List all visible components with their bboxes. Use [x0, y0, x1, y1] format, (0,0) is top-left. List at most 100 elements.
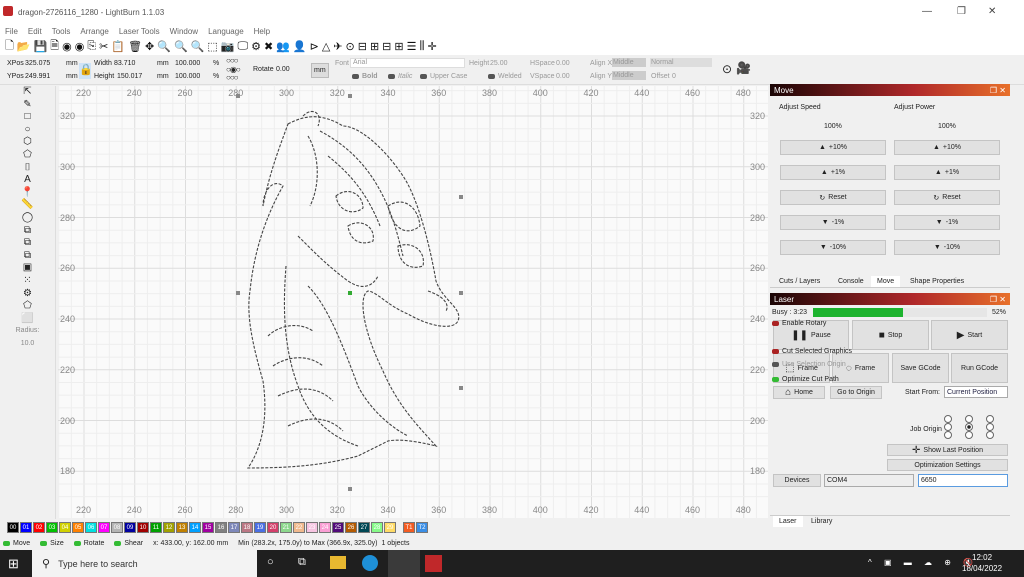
layer-color-27[interactable]: 27 — [358, 522, 370, 533]
layer-color-19[interactable]: 19 — [254, 522, 266, 533]
optimization-settings-button[interactable]: Optimization Settings — [887, 459, 1008, 471]
power-adjust-button[interactable]: ▼ -1% — [894, 215, 1000, 230]
lightburn-logo-icon[interactable] — [425, 555, 442, 572]
optimize-cut-path-toggle[interactable]: Optimize Cut Path — [772, 376, 839, 383]
maximize-button[interactable]: ❐ — [957, 6, 966, 17]
user-icon[interactable]: 👤 — [293, 40, 307, 53]
align-h-icon[interactable]: ⊟ — [358, 40, 367, 53]
boolean-weld-icon[interactable]: ▣ — [23, 262, 32, 275]
export-icon[interactable]: ◉ — [75, 40, 85, 53]
copy-icon[interactable]: ⎘ — [87, 40, 96, 53]
zoom-frame-icon[interactable]: ⬚ — [207, 40, 217, 53]
array-circular-icon[interactable]: ⚙ — [23, 288, 32, 301]
save-gcode-button[interactable]: Save GCode — [892, 353, 949, 383]
layer-color-10[interactable]: 10 — [137, 522, 149, 533]
align-x-select[interactable]: Middle — [612, 58, 646, 67]
layer-color-25[interactable]: 25 — [332, 522, 344, 533]
lock-ratio-icon[interactable]: 🔒 — [79, 63, 93, 79]
camera-setup-icon[interactable]: 🎥 — [736, 61, 751, 75]
frame-tool-icon[interactable]: ⌷ — [25, 162, 31, 175]
measure-icon[interactable]: 📏 — [21, 199, 33, 212]
radius-input[interactable]: 10.0 — [21, 338, 35, 351]
tab-move[interactable]: Move — [871, 276, 901, 287]
layer-color-14[interactable]: 14 — [189, 522, 201, 533]
move-toggle[interactable]: Move — [3, 540, 30, 547]
rotate-input[interactable]: 0.00 — [276, 66, 290, 73]
layer-color-12[interactable]: 12 — [163, 522, 175, 533]
use-selection-origin-toggle[interactable]: Use Selection Origin — [772, 361, 846, 368]
select-icon[interactable]: ⇱ — [23, 86, 31, 99]
delete-icon[interactable]: 🗑 — [128, 40, 142, 53]
frame-circle-button[interactable]: ◌ Frame — [832, 353, 889, 383]
layer-color-21[interactable]: 21 — [280, 522, 292, 533]
menu-help[interactable]: Help — [254, 27, 270, 36]
job-origin-radio[interactable] — [986, 415, 994, 423]
menu-tools[interactable]: Tools — [52, 27, 71, 36]
layer-color-04[interactable]: 04 — [59, 522, 71, 533]
job-origin-radio[interactable] — [944, 423, 952, 431]
target-icon[interactable]: ⊙ — [346, 40, 355, 53]
power-adjust-button[interactable]: ▲ +10% — [894, 140, 1000, 155]
lightburn-task-icon[interactable] — [388, 550, 420, 577]
corner-round-icon[interactable]: ⬠ — [23, 300, 32, 313]
bold-toggle[interactable]: Bold — [352, 73, 378, 80]
pencil-icon[interactable]: ✎ — [23, 99, 31, 112]
tab-cuts-layers[interactable]: Cuts / Layers — [773, 276, 826, 287]
mirror-icon[interactable]: ⊳ — [310, 40, 319, 53]
layer-color-23[interactable]: 23 — [306, 522, 318, 533]
file-explorer-icon[interactable] — [330, 556, 346, 569]
save-as-icon[interactable]: 🗎 — [50, 37, 59, 56]
monitor-icon[interactable]: 🖵 — [237, 40, 248, 53]
align-y-select[interactable]: Middle — [612, 71, 646, 80]
speed-adjust-button[interactable]: ▼ -10% — [780, 240, 886, 255]
layer-color-09[interactable]: 09 — [124, 522, 136, 533]
open-folder-icon[interactable]: 📂 — [17, 40, 31, 53]
layer-color-20[interactable]: 20 — [267, 522, 279, 533]
close-button[interactable]: ✕ — [988, 6, 996, 17]
layer-color-15[interactable]: 15 — [202, 522, 214, 533]
align-cols-icon[interactable]: ⫼ — [419, 40, 424, 53]
speed-adjust-button[interactable]: ▼ -1% — [780, 215, 886, 230]
layer-color-00[interactable]: 00 — [7, 522, 19, 533]
group-icon[interactable]: 👥 — [276, 40, 290, 53]
boolean-intersect-icon[interactable]: ⧉ — [24, 250, 31, 263]
rotary-setup-icon[interactable]: ⊙ — [722, 62, 732, 76]
zoom-in-icon[interactable]: 🔍 — [157, 40, 171, 53]
camera-icon[interactable]: 📷 — [221, 40, 235, 53]
stop-button[interactable]: ■ Stop — [852, 320, 929, 350]
menu-laser-tools[interactable]: Laser Tools — [119, 27, 160, 36]
layer-color-17[interactable]: 17 — [228, 522, 240, 533]
center-icon[interactable]: ✛ — [428, 40, 437, 53]
polygon-2-icon[interactable]: ⬠ — [23, 149, 32, 162]
save-icon[interactable]: 💾 — [34, 40, 48, 53]
tools-icon[interactable]: ✖ — [264, 40, 273, 53]
cut-selected-toggle[interactable]: Cut Selected Graphics — [772, 348, 852, 355]
mm-button[interactable]: mm — [311, 63, 329, 78]
flip-icon[interactable]: △ — [322, 40, 330, 53]
tab-library[interactable]: Library — [805, 516, 838, 527]
font-select[interactable]: Arial — [350, 58, 465, 68]
power-adjust-button[interactable]: ▲ +1% — [894, 165, 1000, 180]
job-origin-radio[interactable] — [944, 431, 952, 439]
home-button[interactable]: ⌂ Home — [773, 386, 825, 399]
speed-adjust-button[interactable]: ▲ +1% — [780, 165, 886, 180]
paste-icon[interactable]: 📋 — [111, 40, 125, 53]
layer-color-13[interactable]: 13 — [176, 522, 188, 533]
layer-color-16[interactable]: 16 — [215, 522, 227, 533]
edge-icon[interactable] — [362, 555, 378, 571]
layer-color-05[interactable]: 05 — [72, 522, 84, 533]
anchor-grid[interactable]: ○○○ ○◉○ ○○○ — [226, 56, 241, 83]
task-view-icon[interactable]: ⧉ — [298, 556, 306, 569]
scale-width-input[interactable]: 100.000 — [175, 60, 200, 67]
layer-color-T1[interactable]: T1 — [403, 522, 415, 533]
search-box[interactable]: ⚲ Type here to search — [32, 550, 257, 577]
show-last-position-button[interactable]: ✛ Show Last Position — [887, 444, 1008, 456]
close-icon[interactable]: ❐ ✕ — [990, 295, 1006, 304]
corner-chamfer-icon[interactable]: ⬜ — [21, 313, 33, 326]
layer-color-06[interactable]: 06 — [85, 522, 97, 533]
layer-color-24[interactable]: 24 — [319, 522, 331, 533]
distribute-h-icon[interactable]: ⊟ — [382, 40, 391, 53]
new-file-icon[interactable]: 🗋 — [5, 37, 14, 56]
align-rows-icon[interactable]: ☰ — [407, 40, 417, 53]
run-gcode-button[interactable]: Run GCode — [951, 353, 1008, 383]
